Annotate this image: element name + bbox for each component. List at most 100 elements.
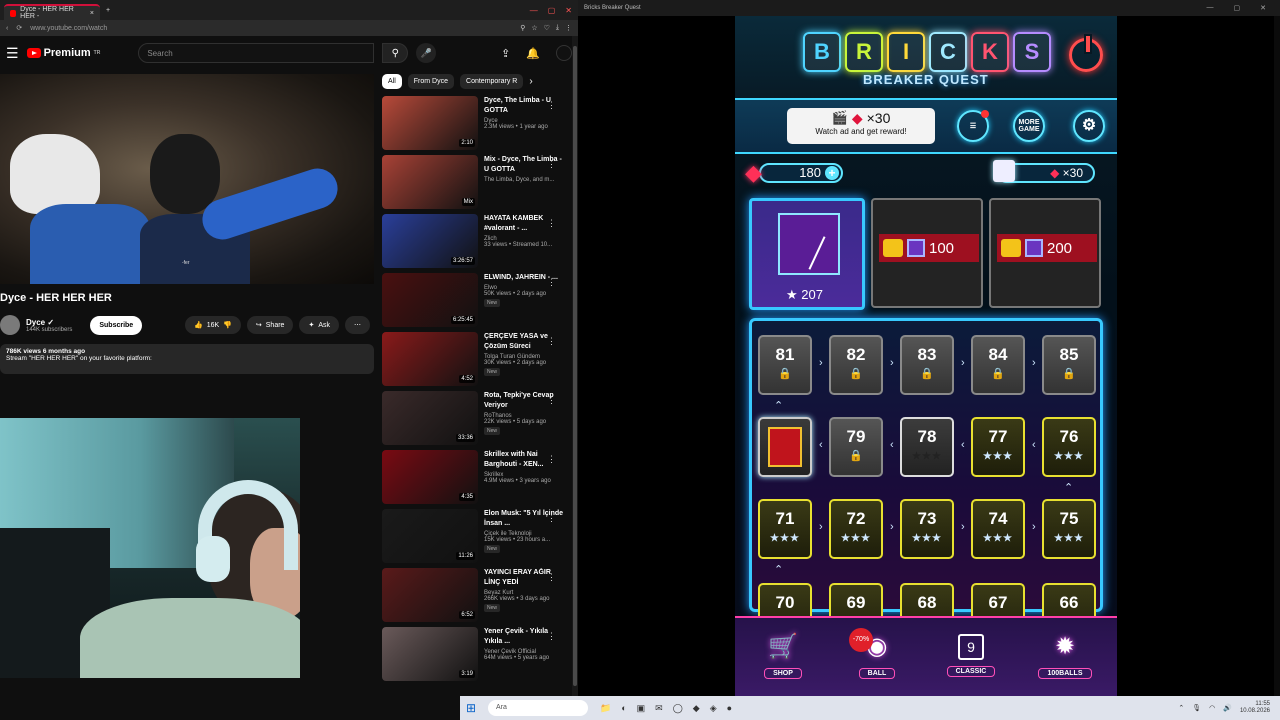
- windows-start-icon[interactable]: ⊞: [460, 701, 482, 715]
- list-item[interactable]: 33:36 Rota, Tepki'ye Cevap Veriyor RoThano…: [382, 391, 572, 450]
- video-thumbnail[interactable]: 6:52: [382, 568, 478, 622]
- network-icon[interactable]: ◠: [1209, 704, 1215, 712]
- chip-all[interactable]: All: [382, 74, 402, 89]
- channel-name[interactable]: The Limba, Dyce, and m...: [484, 177, 564, 183]
- video-thumbnail[interactable]: 4:35: [382, 450, 478, 504]
- more-options-icon[interactable]: ⋮: [547, 631, 556, 642]
- edge-icon[interactable]: ◐: [621, 703, 626, 714]
- more-options-icon[interactable]: ⋮: [547, 218, 556, 229]
- level-tile[interactable]: 81 🔒: [758, 335, 812, 395]
- video-player[interactable]: -fer: [0, 74, 374, 284]
- more-actions-icon[interactable]: ⋯: [345, 316, 370, 334]
- video-thumbnail[interactable]: 11:26: [382, 509, 478, 563]
- more-options-icon[interactable]: ⋮: [547, 100, 556, 111]
- share-button[interactable]: ↪ Share: [246, 316, 294, 334]
- upload-icon[interactable]: ⇪: [501, 47, 510, 60]
- avatar[interactable]: [556, 45, 572, 61]
- game-taskbar-icon[interactable]: ●: [727, 703, 732, 714]
- level-tile[interactable]: 79 🔒: [829, 417, 883, 477]
- like-button[interactable]: 👍 16K 👎: [184, 316, 241, 334]
- hamburger-menu-icon[interactable]: ☰: [6, 45, 19, 62]
- maximize-icon[interactable]: ▢: [1234, 4, 1241, 12]
- ball-skin-selected[interactable]: ★ 207: [749, 198, 865, 310]
- video-thumbnail[interactable]: 3:19: [382, 627, 478, 681]
- volume-icon[interactable]: 🔊: [1223, 704, 1232, 712]
- level-tile[interactable]: 73 ★★★: [900, 499, 954, 559]
- mic-icon[interactable]: 🎙: [1192, 704, 1201, 712]
- reload-icon[interactable]: ⟳: [16, 24, 22, 32]
- taskbar-search[interactable]: Ara: [488, 700, 588, 716]
- level-tile[interactable]: 78 ★★★: [900, 417, 954, 477]
- level-tile[interactable]: 72 ★★★: [829, 499, 883, 559]
- ball-skin-locked-2[interactable]: 200: [989, 198, 1101, 308]
- power-icon[interactable]: [1069, 34, 1103, 72]
- channel-name[interactable]: Dyce ✓: [26, 318, 72, 327]
- more-options-icon[interactable]: ⋮: [547, 336, 556, 347]
- thumbs-down-icon[interactable]: 👎: [223, 321, 232, 329]
- video-thumbnail[interactable]: 2:10: [382, 96, 478, 150]
- list-item[interactable]: Mix Mix - Dyce, The Limba - U GOTTA The Li…: [382, 155, 572, 214]
- back-icon[interactable]: ‹: [6, 25, 8, 32]
- description-box[interactable]: 786K views 6 months ago Stream "HER HER …: [0, 344, 374, 374]
- level-tile[interactable]: 82 🔒: [829, 335, 883, 395]
- list-item[interactable]: 6:25:45 ELWIND, JAHREIN - ... Elwo 50K view…: [382, 273, 572, 332]
- more-options-icon[interactable]: ⋮: [547, 513, 556, 524]
- settings-gear-icon[interactable]: ⚙: [1073, 110, 1105, 142]
- level-tile[interactable]: 77 ★★★: [971, 417, 1025, 477]
- video-thumbnail[interactable]: 4:52: [382, 332, 478, 386]
- download-icon[interactable]: ⤓: [556, 24, 559, 32]
- close-tab-icon[interactable]: ×: [90, 10, 94, 17]
- level-tile[interactable]: 84 🔒: [971, 335, 1025, 395]
- mail-icon[interactable]: ✉: [655, 703, 663, 714]
- heart-icon[interactable]: ♡: [544, 24, 550, 32]
- chip-contemporary[interactable]: Contemporary R: [460, 74, 524, 89]
- menu-dots-icon[interactable]: ⋮: [565, 24, 572, 32]
- list-item[interactable]: 3:26:57 HAYATA KAMBEK #valorant - ... Zlic…: [382, 214, 572, 273]
- list-item[interactable]: 11:26 Elon Musk: "5 Yıl İçinde İnsan ... Ç…: [382, 509, 572, 568]
- store-icon[interactable]: ▣: [637, 703, 646, 714]
- level-tile[interactable]: 74 ★★★: [971, 499, 1025, 559]
- level-gift-tile[interactable]: [758, 417, 812, 477]
- watch-ad-button[interactable]: 🎬 ◆ ×30 Watch ad and get reward!: [787, 108, 935, 144]
- notes-icon[interactable]: ☰: [957, 110, 989, 142]
- maximize-icon[interactable]: ▢: [548, 6, 556, 15]
- close-window-icon[interactable]: ✕: [1260, 4, 1266, 12]
- zoom-icon[interactable]: ⚲: [520, 24, 525, 32]
- search-input[interactable]: Search: [138, 43, 375, 63]
- list-item[interactable]: 4:52 ÇERÇEVE YASA ve Çözüm Süreci Tolga Tu…: [382, 332, 572, 391]
- channel-avatar[interactable]: [0, 315, 20, 335]
- chip-from-dyce[interactable]: From Dyce: [407, 74, 455, 89]
- new-tab-icon[interactable]: +: [106, 7, 110, 14]
- minimize-icon[interactable]: —: [1207, 4, 1214, 12]
- classic-button[interactable]: 9 CLASSIC: [943, 632, 999, 678]
- bell-icon[interactable]: 🔔: [526, 47, 540, 60]
- level-tile[interactable]: 83 🔒: [900, 335, 954, 395]
- 100balls-button[interactable]: ✹ 100BALLS: [1037, 632, 1093, 680]
- ask-button[interactable]: ✦ Ask: [299, 316, 339, 334]
- more-options-icon[interactable]: ⋮: [547, 395, 556, 406]
- more-options-icon[interactable]: ⋮: [547, 159, 556, 170]
- close-window-icon[interactable]: ✕: [565, 6, 572, 15]
- level-tile[interactable]: 71 ★★★: [758, 499, 812, 559]
- list-item[interactable]: 3:19 Yener Çevik - Yıkıla Yıkıla ... Yener…: [382, 627, 572, 686]
- video-thumbnail[interactable]: 6:25:45: [382, 273, 478, 327]
- ball-button[interactable]: ◉ -70% BALL: [849, 628, 905, 680]
- level-tile[interactable]: 76 ★★★: [1042, 417, 1096, 477]
- list-item[interactable]: 4:35 Skrillex with Nai Barghouti - XEN...…: [382, 450, 572, 509]
- more-options-icon[interactable]: ⋮: [547, 572, 556, 583]
- more-options-icon[interactable]: ⋮: [547, 454, 556, 465]
- browser-tab[interactable]: Dyce - HER HER HER - ×: [4, 4, 100, 20]
- ball-skin-locked-1[interactable]: 100: [871, 198, 983, 308]
- video-thumbnail[interactable]: 33:36: [382, 391, 478, 445]
- teams-icon[interactable]: ◆: [693, 703, 700, 714]
- clock[interactable]: 11:55 10.08.2026: [1240, 701, 1270, 715]
- add-gems-icon[interactable]: +: [825, 166, 839, 180]
- steam-icon[interactable]: ◈: [710, 703, 717, 714]
- level-tile[interactable]: 75 ★★★: [1042, 499, 1096, 559]
- list-item[interactable]: 2:10 Dyce, The Limba - U GOTTA Dyce 2.3M vi…: [382, 96, 572, 155]
- bookmark-icon[interactable]: ☆: [531, 24, 537, 32]
- search-icon[interactable]: ⚲: [382, 43, 409, 63]
- address-bar[interactable]: ‹ ⟳ www.youtube.com/watch ⚲ ☆ ♡ ⤓ ⋮: [0, 20, 578, 36]
- chevron-right-icon[interactable]: ›: [529, 76, 532, 87]
- level-tile[interactable]: 85 🔒: [1042, 335, 1096, 395]
